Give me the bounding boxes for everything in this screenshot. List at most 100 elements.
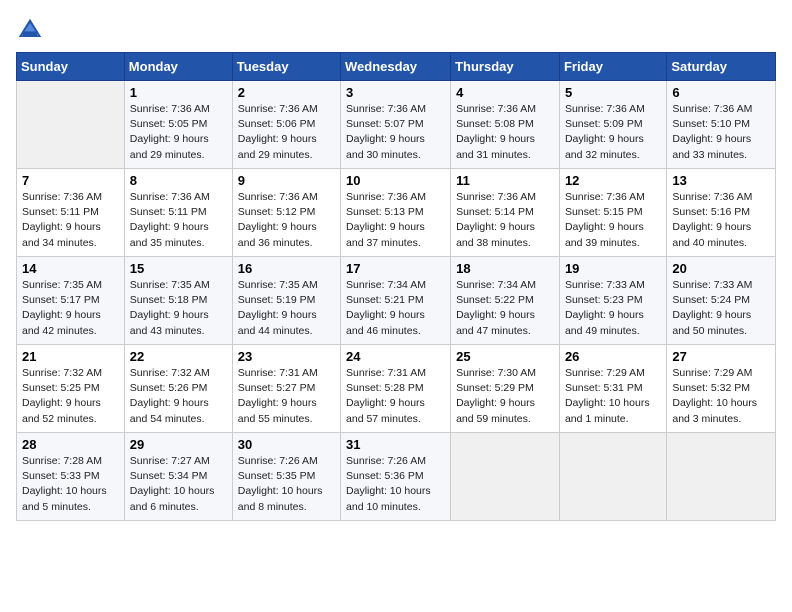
day-number: 3	[346, 85, 445, 100]
calendar-cell: 20Sunrise: 7:33 AMSunset: 5:24 PMDayligh…	[667, 257, 776, 345]
day-number: 4	[456, 85, 554, 100]
day-info: Sunrise: 7:36 AMSunset: 5:13 PMDaylight:…	[346, 190, 445, 251]
calendar-week-1: 1 Sunrise: 7:36 AMSunset: 5:05 PMDaylight…	[17, 81, 776, 169]
day-info: Sunrise: 7:35 AMSunset: 5:19 PMDaylight:…	[238, 278, 335, 339]
day-number: 31	[346, 437, 445, 452]
calendar-cell: 8 Sunrise: 7:36 AMSunset: 5:11 PMDaylight…	[124, 169, 232, 257]
day-info: Sunrise: 7:36 AMSunset: 5:08 PMDaylight:…	[456, 102, 554, 163]
calendar-cell: 29 Sunrise: 7:27 AMSunset: 5:34 PMDayligh…	[124, 433, 232, 521]
day-number: 30	[238, 437, 335, 452]
calendar-cell: 9Sunrise: 7:36 AMSunset: 5:12 PMDaylight…	[232, 169, 340, 257]
calendar-cell: 14Sunrise: 7:35 AMSunset: 5:17 PMDayligh…	[17, 257, 125, 345]
day-info: Sunrise: 7:36 AMSunset: 5:11 PMDaylight:…	[22, 190, 119, 251]
day-number: 21	[22, 349, 119, 364]
page-header	[16, 16, 776, 44]
day-number: 25	[456, 349, 554, 364]
day-info: Sunrise: 7:29 AMSunset: 5:31 PMDaylight:…	[565, 366, 661, 427]
calendar-cell: 7 Sunrise: 7:36 AMSunset: 5:11 PMDaylight…	[17, 169, 125, 257]
column-header-sunday: Sunday	[17, 53, 125, 81]
column-header-monday: Monday	[124, 53, 232, 81]
calendar-cell: 27 Sunrise: 7:29 AMSunset: 5:32 PMDayligh…	[667, 345, 776, 433]
calendar-cell: 10 Sunrise: 7:36 AMSunset: 5:13 PMDayligh…	[341, 169, 451, 257]
calendar-cell: 11 Sunrise: 7:36 AMSunset: 5:14 PMDayligh…	[451, 169, 560, 257]
calendar-cell: 22 Sunrise: 7:32 AMSunset: 5:26 PMDayligh…	[124, 345, 232, 433]
day-info: Sunrise: 7:32 AMSunset: 5:26 PMDaylight:…	[130, 366, 227, 427]
day-number: 7	[22, 173, 119, 188]
day-info: Sunrise: 7:26 AMSunset: 5:35 PMDaylight:…	[238, 454, 335, 515]
day-info: Sunrise: 7:36 AMSunset: 5:07 PMDaylight:…	[346, 102, 445, 163]
calendar-week-2: 7 Sunrise: 7:36 AMSunset: 5:11 PMDaylight…	[17, 169, 776, 257]
column-header-thursday: Thursday	[451, 53, 560, 81]
calendar-cell: 31 Sunrise: 7:26 AMSunset: 5:36 PMDayligh…	[341, 433, 451, 521]
day-info: Sunrise: 7:28 AMSunset: 5:33 PMDaylight:…	[22, 454, 119, 515]
calendar-cell	[667, 433, 776, 521]
day-info: Sunrise: 7:31 AMSunset: 5:27 PMDaylight:…	[238, 366, 335, 427]
day-info: Sunrise: 7:36 AMSunset: 5:05 PMDaylight:…	[130, 102, 227, 163]
day-info: Sunrise: 7:27 AMSunset: 5:34 PMDaylight:…	[130, 454, 227, 515]
day-info: Sunrise: 7:36 AMSunset: 5:11 PMDaylight:…	[130, 190, 227, 251]
calendar-cell: 3 Sunrise: 7:36 AMSunset: 5:07 PMDaylight…	[341, 81, 451, 169]
column-header-saturday: Saturday	[667, 53, 776, 81]
day-info: Sunrise: 7:36 AMSunset: 5:14 PMDaylight:…	[456, 190, 554, 251]
logo-icon	[16, 16, 44, 44]
calendar-cell: 26 Sunrise: 7:29 AMSunset: 5:31 PMDayligh…	[559, 345, 666, 433]
day-number: 18	[456, 261, 554, 276]
day-info: Sunrise: 7:35 AMSunset: 5:17 PMDaylight:…	[22, 278, 119, 339]
day-number: 2	[238, 85, 335, 100]
calendar-cell: 12Sunrise: 7:36 AMSunset: 5:15 PMDayligh…	[559, 169, 666, 257]
day-info: Sunrise: 7:36 AMSunset: 5:16 PMDaylight:…	[672, 190, 770, 251]
calendar-cell: 21 Sunrise: 7:32 AMSunset: 5:25 PMDayligh…	[17, 345, 125, 433]
day-info: Sunrise: 7:32 AMSunset: 5:25 PMDaylight:…	[22, 366, 119, 427]
day-info: Sunrise: 7:33 AMSunset: 5:23 PMDaylight:…	[565, 278, 661, 339]
calendar-cell: 15 Sunrise: 7:35 AMSunset: 5:18 PMDayligh…	[124, 257, 232, 345]
day-number: 22	[130, 349, 227, 364]
day-info: Sunrise: 7:35 AMSunset: 5:18 PMDaylight:…	[130, 278, 227, 339]
day-number: 24	[346, 349, 445, 364]
calendar-cell	[17, 81, 125, 169]
calendar-cell: 25 Sunrise: 7:30 AMSunset: 5:29 PMDayligh…	[451, 345, 560, 433]
day-number: 29	[130, 437, 227, 452]
calendar-cell: 13 Sunrise: 7:36 AMSunset: 5:16 PMDayligh…	[667, 169, 776, 257]
day-info: Sunrise: 7:26 AMSunset: 5:36 PMDaylight:…	[346, 454, 445, 515]
calendar-cell: 6 Sunrise: 7:36 AMSunset: 5:10 PMDaylight…	[667, 81, 776, 169]
day-number: 10	[346, 173, 445, 188]
day-number: 16	[238, 261, 335, 276]
day-number: 23	[238, 349, 335, 364]
calendar-week-3: 14Sunrise: 7:35 AMSunset: 5:17 PMDayligh…	[17, 257, 776, 345]
day-number: 20	[672, 261, 770, 276]
day-number: 1	[130, 85, 227, 100]
day-number: 8	[130, 173, 227, 188]
day-number: 26	[565, 349, 661, 364]
calendar-cell: 17 Sunrise: 7:34 AMSunset: 5:21 PMDayligh…	[341, 257, 451, 345]
calendar-cell: 24 Sunrise: 7:31 AMSunset: 5:28 PMDayligh…	[341, 345, 451, 433]
calendar-cell: 4 Sunrise: 7:36 AMSunset: 5:08 PMDaylight…	[451, 81, 560, 169]
day-info: Sunrise: 7:29 AMSunset: 5:32 PMDaylight:…	[672, 366, 770, 427]
calendar-cell: 30 Sunrise: 7:26 AMSunset: 5:35 PMDayligh…	[232, 433, 340, 521]
calendar-cell: 5Sunrise: 7:36 AMSunset: 5:09 PMDaylight…	[559, 81, 666, 169]
calendar-cell	[559, 433, 666, 521]
day-number: 15	[130, 261, 227, 276]
day-info: Sunrise: 7:34 AMSunset: 5:22 PMDaylight:…	[456, 278, 554, 339]
calendar-cell: 16 Sunrise: 7:35 AMSunset: 5:19 PMDayligh…	[232, 257, 340, 345]
column-header-wednesday: Wednesday	[341, 53, 451, 81]
day-number: 17	[346, 261, 445, 276]
column-header-tuesday: Tuesday	[232, 53, 340, 81]
day-number: 11	[456, 173, 554, 188]
calendar-cell: 28 Sunrise: 7:28 AMSunset: 5:33 PMDayligh…	[17, 433, 125, 521]
day-info: Sunrise: 7:36 AMSunset: 5:15 PMDaylight:…	[565, 190, 661, 251]
day-number: 13	[672, 173, 770, 188]
column-header-friday: Friday	[559, 53, 666, 81]
day-number: 5	[565, 85, 661, 100]
calendar-cell: 18 Sunrise: 7:34 AMSunset: 5:22 PMDayligh…	[451, 257, 560, 345]
day-info: Sunrise: 7:36 AMSunset: 5:10 PMDaylight:…	[672, 102, 770, 163]
calendar-cell: 23 Sunrise: 7:31 AMSunset: 5:27 PMDayligh…	[232, 345, 340, 433]
calendar-cell	[451, 433, 560, 521]
day-info: Sunrise: 7:30 AMSunset: 5:29 PMDaylight:…	[456, 366, 554, 427]
day-info: Sunrise: 7:31 AMSunset: 5:28 PMDaylight:…	[346, 366, 445, 427]
day-info: Sunrise: 7:34 AMSunset: 5:21 PMDaylight:…	[346, 278, 445, 339]
day-number: 28	[22, 437, 119, 452]
day-info: Sunrise: 7:36 AMSunset: 5:12 PMDaylight:…	[238, 190, 335, 251]
day-number: 27	[672, 349, 770, 364]
day-info: Sunrise: 7:36 AMSunset: 5:06 PMDaylight:…	[238, 102, 335, 163]
day-number: 6	[672, 85, 770, 100]
